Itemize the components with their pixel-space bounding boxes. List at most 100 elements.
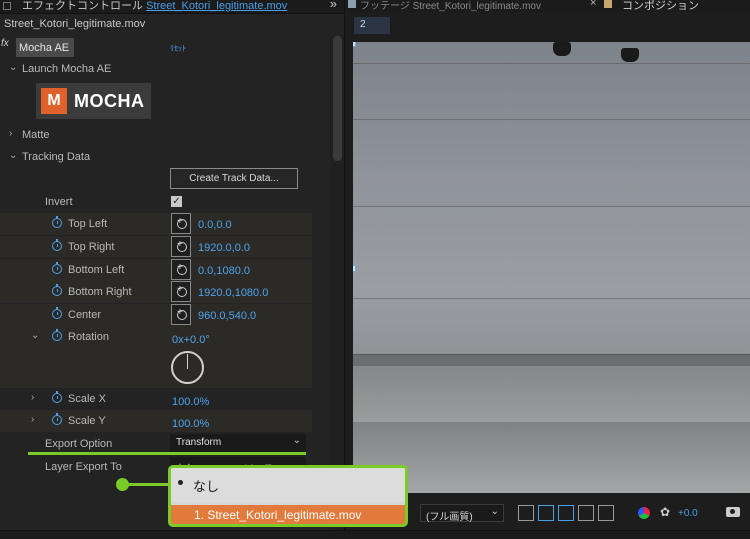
chevron-down-icon[interactable]: ⌄ [31, 330, 39, 341]
rotation-label: Rotation [68, 331, 109, 343]
param-label: Bottom Right [68, 286, 132, 298]
rotation-row: ⌄ Rotation 0x+0.0° [0, 326, 312, 388]
scrollbar-thumb[interactable] [333, 36, 342, 161]
mask-path-icon[interactable] [558, 505, 574, 521]
wall-base [353, 366, 750, 422]
crosshair-icon[interactable] [171, 213, 191, 234]
param-label: Bottom Left [68, 264, 125, 276]
stopwatch-icon[interactable] [52, 329, 62, 341]
param-row-top-left: Top Left 0.0,0.0 [0, 213, 312, 235]
stopwatch-icon[interactable] [52, 307, 62, 319]
tab-effect-controls-file[interactable]: Street_Kotori_legitimate.mov [146, 0, 287, 12]
export-option-dropdown[interactable]: Transform ⌄ [170, 434, 306, 452]
railing [353, 354, 750, 366]
panel-menu-icon[interactable] [3, 2, 11, 10]
reset-button[interactable]: ﾘｾｯﾄ [170, 43, 186, 54]
stopwatch-icon[interactable] [52, 413, 62, 425]
snapshot-camera-icon[interactable] [726, 507, 740, 517]
param-row-bottom-right: Bottom Right 1920.0,1080.0 [0, 281, 312, 303]
param-value[interactable]: 1920.0,1080.0 [198, 287, 268, 299]
menu-item-none[interactable]: なし [171, 468, 405, 502]
stopwatch-icon[interactable] [52, 391, 62, 403]
effect-name[interactable]: Mocha AE [16, 38, 74, 57]
chevron-down-icon[interactable]: ⌄ [9, 62, 17, 73]
wall-seam [353, 119, 750, 120]
highlight-underline [28, 452, 306, 455]
channel-color-icon[interactable] [638, 507, 650, 519]
menu-item-label: 1. Street_Kotori_legitimate.mov [194, 508, 362, 522]
chevron-right-icon[interactable]: › [9, 128, 12, 139]
param-value[interactable]: 0.0,1080.0 [198, 265, 250, 277]
export-option-label: Export Option [45, 438, 113, 450]
wall-seam [353, 206, 750, 207]
launch-mocha-label: Launch Mocha AE [22, 63, 112, 75]
region-of-interest-icon[interactable] [578, 505, 594, 521]
guides-icon[interactable] [598, 505, 614, 521]
ceiling-lamp [621, 48, 639, 62]
stopwatch-icon[interactable] [52, 262, 62, 274]
mocha-logo-icon: M [41, 88, 67, 114]
layer-handle[interactable] [353, 265, 356, 272]
param-value[interactable]: 1920.0,0.0 [198, 242, 250, 254]
tab-composition[interactable]: コンポジション [622, 0, 699, 13]
invert-checkbox[interactable]: ✓ [171, 196, 182, 207]
param-label: Top Left [68, 218, 108, 230]
scale-y-value[interactable]: 100.0% [172, 418, 209, 430]
crosshair-icon[interactable] [171, 304, 191, 325]
tab-footage[interactable]: フッテージ Street_Kotori_legitimate.mov [360, 0, 541, 12]
scale-y-label: Scale Y [68, 415, 106, 427]
stopwatch-icon[interactable] [52, 239, 62, 251]
wall-seam [353, 63, 750, 64]
matte-group-row[interactable]: › Matte [0, 124, 312, 146]
chevron-down-icon[interactable]: ⌄ [9, 150, 17, 161]
close-icon[interactable]: × [590, 0, 596, 9]
effect-controls-scrollbar[interactable] [330, 36, 344, 536]
composition-viewport[interactable] [353, 42, 750, 493]
create-track-data-button[interactable]: Create Track Data... [170, 168, 298, 189]
floor [353, 422, 750, 493]
stopwatch-icon[interactable] [52, 216, 62, 228]
param-value[interactable]: 0.0,0.0 [198, 219, 232, 231]
crosshair-icon[interactable] [171, 281, 191, 302]
param-label: Center [68, 309, 102, 321]
clip-title: Street_Kotori_legitimate.mov [4, 18, 146, 30]
chevron-down-icon: ⌄ [292, 435, 301, 446]
scale-x-value[interactable]: 100.0% [172, 396, 209, 408]
tracking-data-group-row[interactable]: ⌄ Tracking Data [0, 146, 312, 168]
transparency-grid-icon[interactable] [538, 505, 554, 521]
reset-exposure-icon[interactable]: ✿ [660, 505, 670, 519]
launch-mocha-row[interactable]: ⌄ Launch Mocha AE [0, 58, 312, 80]
crosshair-icon[interactable] [171, 259, 191, 280]
effect-controls-tabbar: エフェクトコントロール Street_Kotori_legitimate.mov… [0, 0, 344, 14]
rotation-dial[interactable] [171, 351, 204, 384]
wall-seam [353, 298, 750, 299]
panel-overflow-icon[interactable]: » [330, 0, 337, 11]
resolution-dropdown[interactable]: (フル画質) ⌄ [420, 504, 504, 523]
layer-handle[interactable] [353, 42, 356, 47]
rotation-value[interactable]: 0x+0.0° [172, 334, 210, 346]
chevron-right-icon[interactable]: › [31, 414, 34, 425]
mocha-logo-text: MOCHA [74, 91, 145, 111]
matte-label: Matte [22, 129, 50, 141]
composition-viewer-panel: フッテージ Street_Kotori_legitimate.mov × コンポ… [346, 0, 750, 530]
layer-export-label: Layer Export To [45, 461, 122, 473]
menu-item-clip[interactable]: 1. Street_Kotori_legitimate.mov [171, 505, 405, 524]
stopwatch-icon[interactable] [52, 284, 62, 296]
frame-field[interactable]: 2 [354, 17, 390, 34]
param-row-center: Center 960.0,540.0 [0, 304, 312, 326]
exposure-value[interactable]: +0.0 [678, 508, 698, 519]
fx-toggle-icon[interactable]: fx [1, 38, 9, 49]
chevron-down-icon: ⌄ [490, 506, 499, 517]
crosshair-icon[interactable] [171, 236, 191, 257]
param-value[interactable]: 960.0,540.0 [198, 310, 256, 322]
fast-preview-icon[interactable] [518, 505, 534, 521]
mocha-logo-button[interactable]: M MOCHA [36, 83, 151, 119]
invert-label: Invert [45, 196, 73, 208]
viewer-tabbar: フッテージ Street_Kotori_legitimate.mov × コンポ… [346, 0, 750, 12]
tab-effect-controls-label: エフェクトコントロール [22, 0, 143, 12]
tab-effect-controls[interactable]: エフェクトコントロール Street_Kotori_legitimate.mov [22, 0, 287, 13]
export-option-value: Transform [176, 437, 222, 448]
invert-row: Invert ✓ [0, 191, 312, 213]
chevron-right-icon[interactable]: › [31, 392, 34, 403]
ceiling-lamp [553, 42, 571, 56]
